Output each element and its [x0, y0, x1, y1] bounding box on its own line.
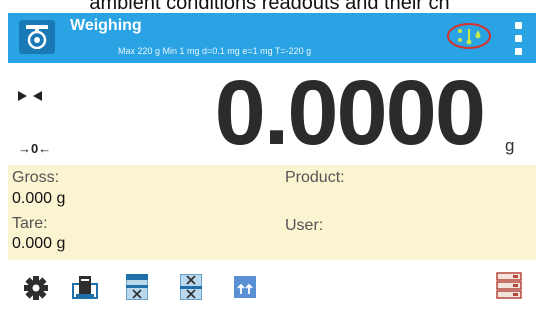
stable-indicator-icon [18, 91, 42, 101]
settings-icon[interactable] [24, 276, 48, 300]
user-label: User: [285, 217, 324, 234]
gross-label: Gross: [12, 169, 60, 186]
ambient-conditions-icon[interactable] [446, 22, 492, 50]
screen-title: Weighing [70, 17, 142, 34]
toolbar [8, 260, 536, 312]
tare-label: Tare: [12, 215, 48, 232]
report-icon[interactable] [234, 276, 256, 298]
form-b-icon[interactable] [180, 274, 202, 300]
zero-indicator: →0← [18, 141, 52, 156]
weight-unit: g [505, 136, 515, 155]
weight-readout: →0← 0.0000 g [8, 63, 536, 165]
printer-icon[interactable] [72, 275, 98, 301]
product-label: Product: [285, 169, 345, 186]
scale-icon[interactable] [19, 20, 55, 54]
scale-parameters: Max 220 g Min 1 mg d=0.1 mg e=1 mg T=-22… [118, 46, 312, 56]
info-panel: Gross: 0.000 g Tare: 0.000 g Product: Us… [8, 165, 536, 260]
weight-value: 0.0000 [214, 62, 486, 164]
kebab-menu-icon[interactable] [513, 22, 523, 56]
gross-value: 0.000 g [12, 190, 66, 207]
header-bar: Weighing Max 220 g Min 1 mg d=0.1 mg e=1… [8, 13, 536, 63]
form-a-icon[interactable] [126, 274, 148, 300]
caption-text: ambient conditions readouts and their ch [89, 0, 450, 14]
tare-value: 0.000 g [12, 235, 66, 252]
database-icon[interactable] [496, 272, 522, 300]
